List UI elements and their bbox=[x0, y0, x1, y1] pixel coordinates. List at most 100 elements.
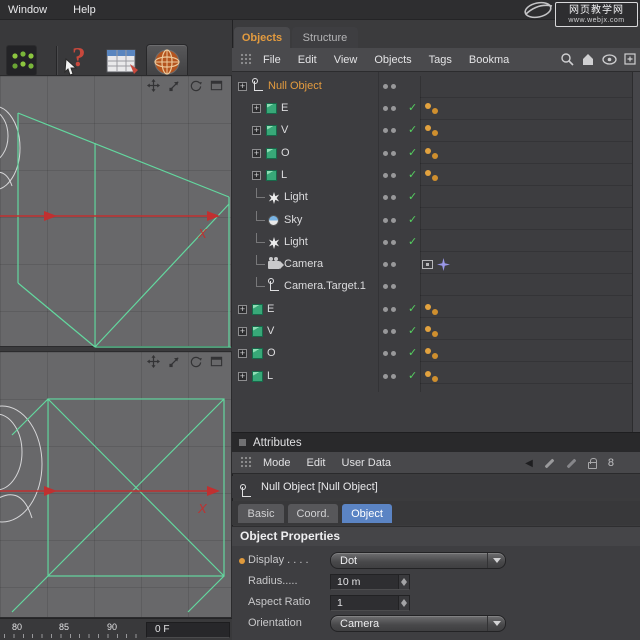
tab-basic[interactable]: Basic bbox=[238, 504, 284, 523]
expand-icon[interactable]: + bbox=[252, 126, 261, 135]
search-icon[interactable] bbox=[560, 52, 574, 66]
om-menu-edit[interactable]: Edit bbox=[298, 54, 317, 66]
object-row[interactable]: + V ✓ bbox=[232, 120, 632, 142]
object-name[interactable]: E bbox=[267, 303, 274, 315]
viewport-perspective[interactable]: X bbox=[0, 75, 232, 347]
spinner-arrows-icon[interactable] bbox=[398, 596, 409, 610]
om-menu-objects[interactable]: Objects bbox=[374, 54, 411, 66]
object-name[interactable]: L bbox=[267, 370, 273, 382]
visibility-dots[interactable] bbox=[383, 84, 388, 89]
pan-view-icon[interactable] bbox=[147, 355, 160, 368]
tag-icons[interactable] bbox=[425, 125, 431, 131]
expand-icon[interactable]: + bbox=[238, 327, 247, 336]
object-name[interactable]: E bbox=[281, 102, 288, 114]
attributes-titlebar[interactable]: Attributes bbox=[232, 432, 640, 452]
visibility-dots[interactable] bbox=[383, 307, 388, 312]
tag-icons[interactable] bbox=[425, 348, 431, 354]
object-row[interactable]: Camera.Target.1 bbox=[232, 276, 632, 298]
keyframe-dot[interactable] bbox=[239, 558, 245, 564]
visibility-dots[interactable] bbox=[383, 173, 388, 178]
menu-window[interactable]: Window bbox=[8, 4, 47, 16]
object-row[interactable]: + V ✓ bbox=[232, 321, 632, 343]
expand-icon[interactable]: + bbox=[252, 149, 261, 158]
object-name[interactable]: Light bbox=[284, 191, 308, 203]
pen-icon[interactable] bbox=[544, 458, 554, 468]
enabled-check-icon[interactable]: ✓ bbox=[408, 369, 417, 382]
timeline-ruler[interactable]: 80 85 90 0 F bbox=[0, 618, 232, 640]
attr-menu-edit[interactable]: Edit bbox=[307, 457, 326, 469]
visibility-dots[interactable] bbox=[383, 240, 388, 245]
object-name[interactable]: O bbox=[267, 347, 276, 359]
object-name[interactable]: O bbox=[281, 147, 290, 159]
object-name[interactable]: Camera.Target.1 bbox=[284, 280, 366, 292]
spreadsheet-icon[interactable] bbox=[104, 46, 140, 76]
enabled-check-icon[interactable]: ✓ bbox=[408, 346, 417, 359]
tag-icons[interactable] bbox=[425, 371, 431, 377]
tag-icons[interactable] bbox=[425, 326, 431, 332]
visibility-dots[interactable] bbox=[383, 262, 388, 267]
enabled-check-icon[interactable]: ✓ bbox=[408, 213, 417, 226]
panel-menu-icon[interactable] bbox=[624, 53, 636, 65]
enabled-check-icon[interactable]: ✓ bbox=[408, 146, 417, 159]
zoom-view-icon[interactable] bbox=[168, 79, 181, 92]
spinner-arrows-icon[interactable] bbox=[398, 575, 409, 589]
expand-icon[interactable]: + bbox=[238, 305, 247, 314]
aspect-ratio-stepper[interactable]: 1 bbox=[330, 595, 410, 611]
maximize-view-icon[interactable] bbox=[210, 355, 223, 368]
camera-view-icon[interactable] bbox=[422, 260, 433, 269]
viewport-front[interactable]: X bbox=[0, 351, 232, 618]
enabled-check-icon[interactable]: ✓ bbox=[408, 302, 417, 315]
visibility-dots[interactable] bbox=[383, 106, 388, 111]
expand-icon[interactable]: + bbox=[238, 82, 247, 91]
object-row[interactable]: + L ✓ bbox=[232, 366, 632, 388]
pan-view-icon[interactable] bbox=[147, 79, 160, 92]
enabled-check-icon[interactable]: ✓ bbox=[408, 190, 417, 203]
visibility-dots[interactable] bbox=[383, 128, 388, 133]
enabled-check-icon[interactable]: ✓ bbox=[408, 123, 417, 136]
expand-icon[interactable]: + bbox=[252, 171, 261, 180]
filter-eye-icon[interactable] bbox=[602, 54, 617, 65]
object-row[interactable]: Light ✓ bbox=[232, 232, 632, 254]
object-row[interactable]: Light ✓ bbox=[232, 187, 632, 209]
om-menu-bookmarks[interactable]: Bookma bbox=[469, 54, 509, 66]
visibility-dots[interactable] bbox=[383, 195, 388, 200]
visibility-dots[interactable] bbox=[383, 329, 388, 334]
lock-icon[interactable] bbox=[588, 462, 597, 469]
enabled-check-icon[interactable]: ✓ bbox=[408, 324, 417, 337]
tag-icons[interactable] bbox=[425, 170, 431, 176]
object-name[interactable]: L bbox=[281, 169, 287, 181]
radius-stepper[interactable]: 10 m bbox=[330, 574, 410, 590]
tab-structure[interactable]: Structure bbox=[292, 27, 358, 48]
visibility-dots[interactable] bbox=[383, 351, 388, 356]
object-row[interactable]: + E ✓ bbox=[232, 299, 632, 321]
om-menu-file[interactable]: File bbox=[263, 54, 281, 66]
object-row[interactable]: Sky ✓ bbox=[232, 210, 632, 232]
object-name[interactable]: Null Object bbox=[268, 80, 322, 92]
help-pointer-icon[interactable]: ? bbox=[64, 42, 104, 78]
enabled-check-icon[interactable]: ✓ bbox=[408, 235, 417, 248]
dice-icon[interactable] bbox=[6, 45, 37, 76]
tab-objects[interactable]: Objects bbox=[234, 27, 290, 48]
tab-coord[interactable]: Coord. bbox=[288, 504, 338, 523]
object-row[interactable]: + L ✓ bbox=[232, 165, 632, 187]
tag-icons[interactable] bbox=[425, 304, 431, 310]
object-row[interactable]: + Null Object bbox=[232, 76, 632, 98]
tag-icons[interactable] bbox=[425, 103, 431, 109]
link-icon[interactable]: 8 bbox=[608, 457, 614, 469]
object-row[interactable]: + O ✓ bbox=[232, 143, 632, 165]
expand-icon[interactable]: + bbox=[238, 349, 247, 358]
object-name[interactable]: Camera bbox=[284, 258, 323, 270]
enabled-check-icon[interactable]: ✓ bbox=[408, 101, 417, 114]
display-dropdown[interactable]: Dot bbox=[330, 552, 506, 569]
target-tag-icon[interactable] bbox=[437, 258, 450, 271]
orientation-dropdown[interactable]: Camera bbox=[330, 615, 506, 632]
rotate-view-icon[interactable] bbox=[189, 355, 202, 368]
maximize-view-icon[interactable] bbox=[210, 79, 223, 92]
visibility-dots[interactable] bbox=[383, 284, 388, 289]
om-menu-view[interactable]: View bbox=[334, 54, 358, 66]
object-row[interactable]: Camera bbox=[232, 254, 632, 276]
object-name[interactable]: V bbox=[267, 325, 274, 337]
history-back-icon[interactable]: ◀ bbox=[525, 458, 533, 469]
rotate-view-icon[interactable] bbox=[189, 79, 202, 92]
object-row[interactable]: + O ✓ bbox=[232, 343, 632, 365]
